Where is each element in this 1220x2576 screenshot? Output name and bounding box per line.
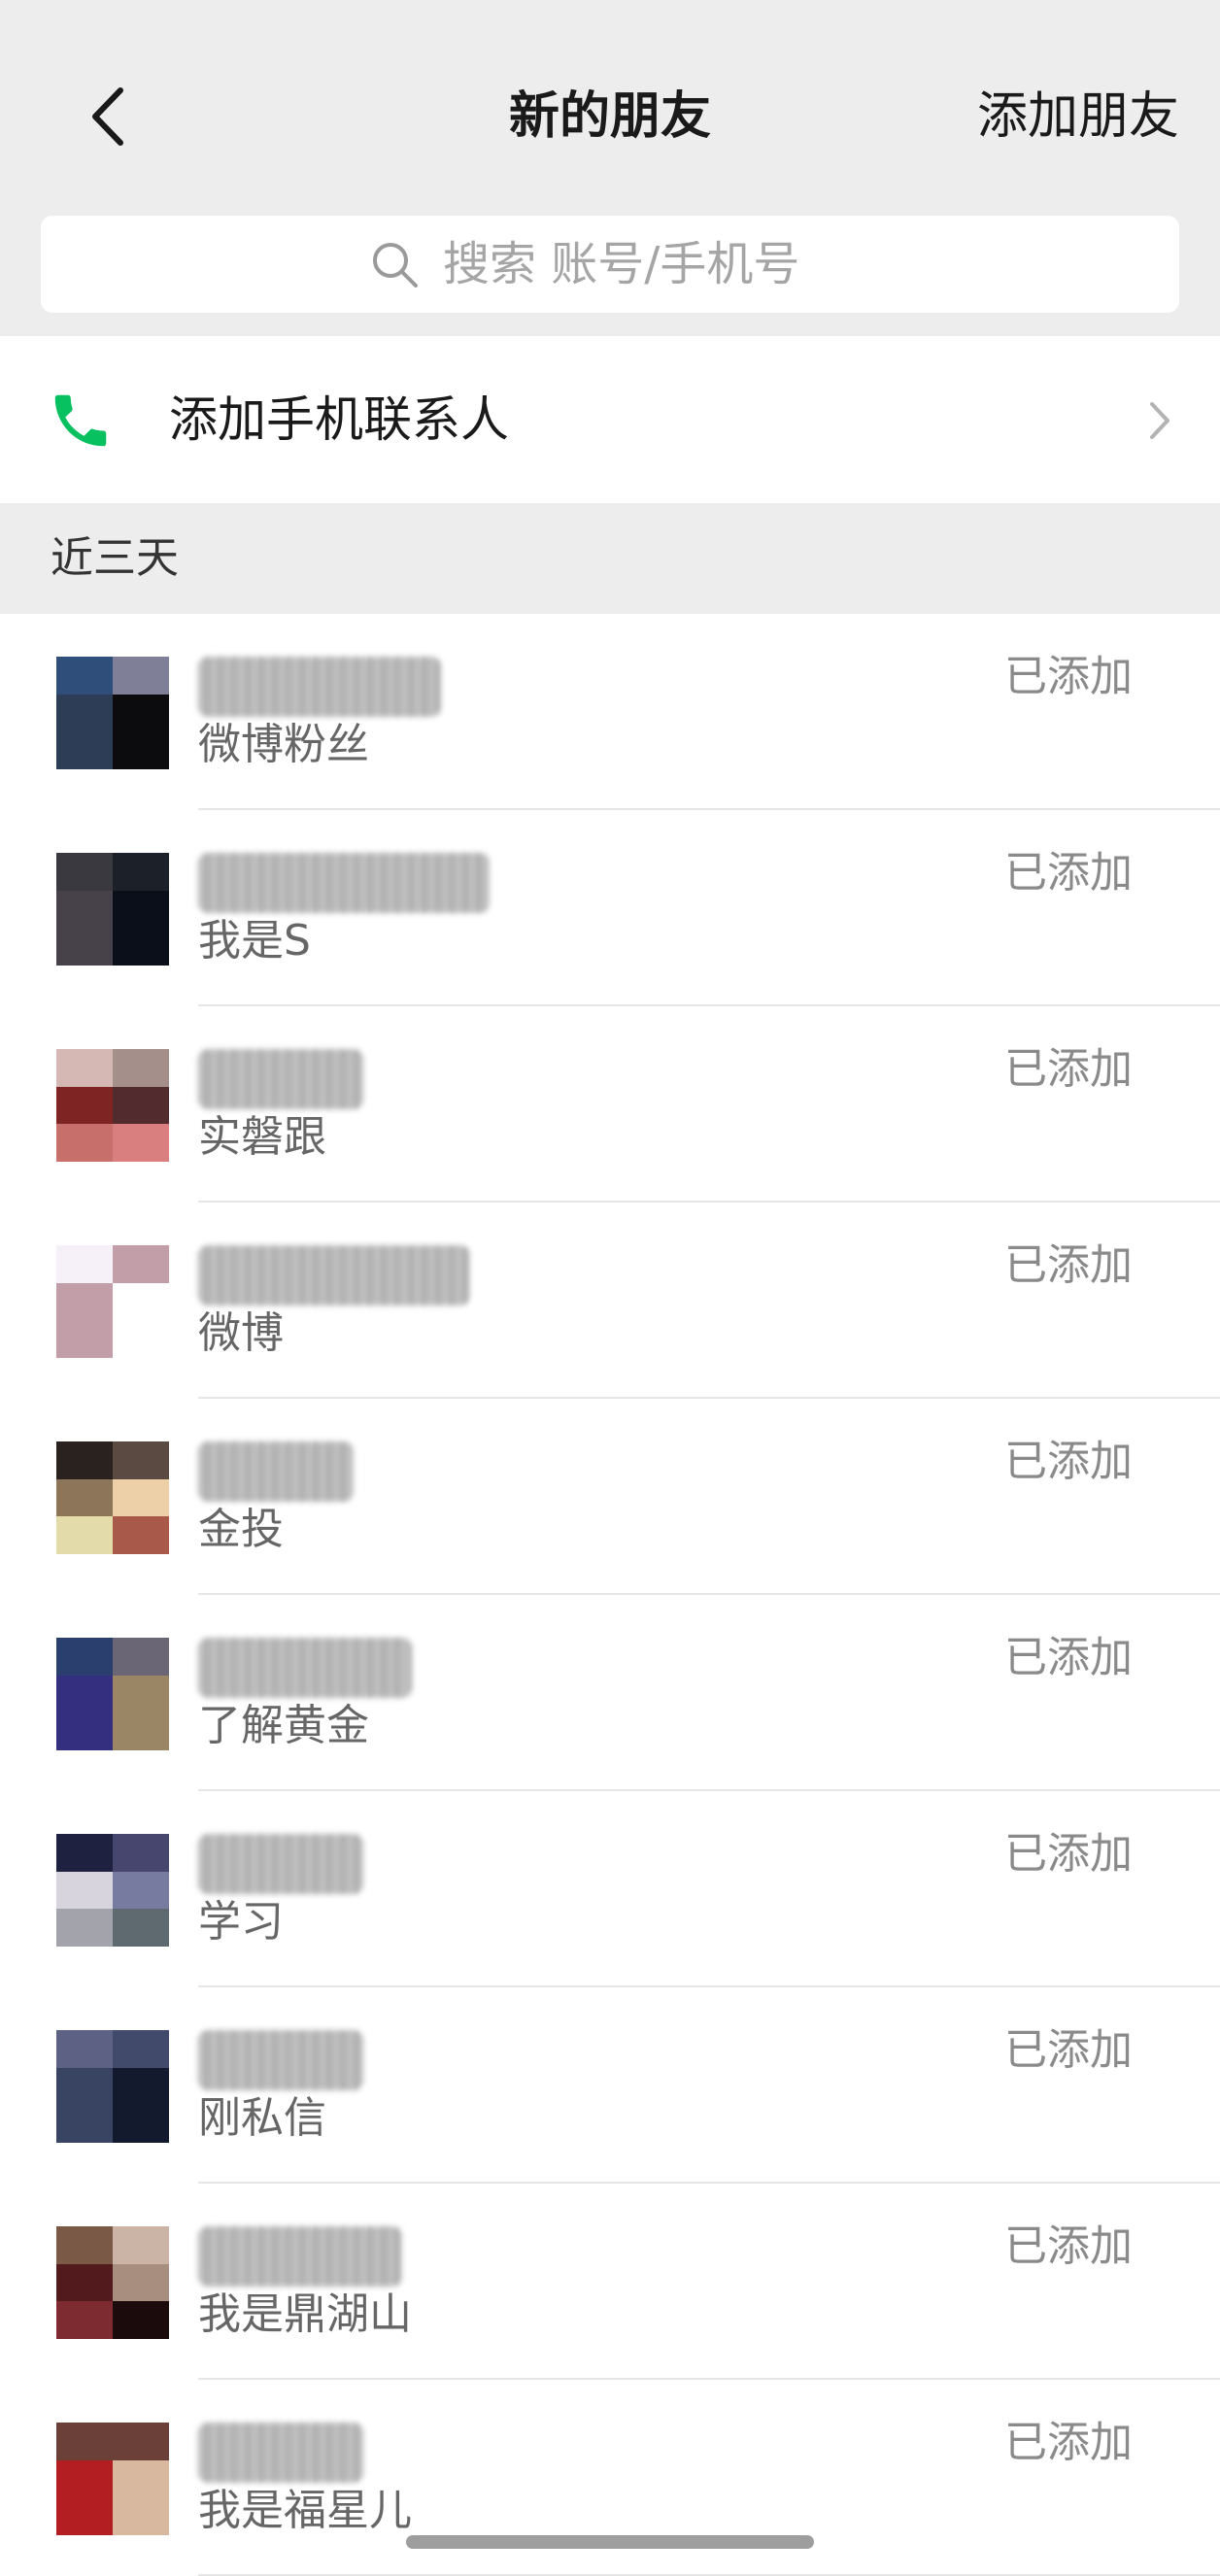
friend-status: 已添加: [1004, 1829, 1133, 1879]
redacted-name: [198, 1638, 412, 1698]
chevron-left-icon: [92, 87, 123, 146]
home-indicator[interactable]: [406, 2535, 814, 2549]
avatar[interactable]: [56, 853, 169, 966]
avatar[interactable]: [56, 2226, 169, 2339]
friend-status: 已添加: [1004, 1633, 1133, 1682]
add-phone-contacts-row[interactable]: 添加手机联系人: [0, 336, 1220, 503]
friend-message: 微博粉丝: [198, 720, 369, 769]
redacted-name: [198, 2423, 363, 2483]
friend-message: 我是鼎湖山: [198, 2289, 412, 2339]
back-button[interactable]: [68, 78, 146, 155]
friend-status: 已添加: [1004, 1437, 1133, 1486]
friend-request-row[interactable]: 刚私信 已添加: [0, 1987, 1220, 2184]
friend-request-row[interactable]: 学习 已添加: [0, 1791, 1220, 1987]
friend-message: 学习: [198, 1897, 284, 1947]
friend-status: 已添加: [1004, 1044, 1133, 1094]
friend-status: 已添加: [1004, 652, 1133, 701]
redacted-name: [198, 853, 490, 913]
new-friends-screen: 新的朋友 添加朋友 添加手机联系人 近三天 微博粉丝已添加我是S已添加实磐跟已添…: [0, 0, 1220, 2576]
friend-request-row[interactable]: 了解黄金 已添加: [0, 1595, 1220, 1791]
redacted-name: [198, 657, 441, 717]
friend-request-row[interactable]: 我是S 已添加: [0, 810, 1220, 1006]
avatar[interactable]: [56, 1245, 169, 1358]
friend-message: 微博: [198, 1308, 284, 1358]
friend-message: 我是福星儿: [198, 2486, 412, 2535]
friend-message: 刚私信: [198, 2093, 326, 2143]
redacted-name: [198, 1049, 363, 1109]
friend-status: 已添加: [1004, 2025, 1133, 2075]
search-icon: [373, 243, 418, 288]
friend-request-row[interactable]: 我是鼎湖山 已添加: [0, 2184, 1220, 2380]
redacted-name: [198, 1245, 470, 1305]
friend-status: 已添加: [1004, 1240, 1133, 1290]
chevron-right-icon: [1150, 402, 1169, 439]
friend-message: 实磐跟: [198, 1112, 326, 1162]
friend-message: 我是S: [198, 916, 311, 966]
redacted-name: [198, 1834, 363, 1894]
friend-status: 已添加: [1004, 2221, 1133, 2271]
avatar[interactable]: [56, 657, 169, 769]
redacted-name: [198, 2030, 363, 2090]
avatar[interactable]: [56, 1441, 169, 1554]
avatar[interactable]: [56, 2030, 169, 2143]
friend-message: 金投: [198, 1505, 284, 1554]
redacted-name: [198, 2226, 402, 2287]
friend-request-row[interactable]: 微博粉丝 已添加: [0, 614, 1220, 810]
search-input[interactable]: [443, 237, 851, 291]
header: 新的朋友 添加朋友: [0, 0, 1220, 336]
friend-status: 已添加: [1004, 2418, 1133, 2467]
add-phone-contacts-label: 添加手机联系人: [169, 391, 509, 448]
avatar[interactable]: [56, 1049, 169, 1162]
section-title: 近三天: [51, 533, 179, 583]
friend-list: 微博粉丝 已添加 我是S 已添加 实磐跟 已添加 微博 已添加 金投 已添加 了解黄金 已添加 学习 已添…: [0, 614, 1220, 2576]
avatar[interactable]: [56, 1638, 169, 1750]
redacted-name: [198, 1441, 354, 1502]
section-header: 近三天: [0, 503, 1220, 614]
avatar[interactable]: [56, 2423, 169, 2535]
friend-request-row[interactable]: 实磐跟 已添加: [0, 1006, 1220, 1203]
friend-message: 了解黄金: [198, 1701, 369, 1750]
avatar[interactable]: [56, 1834, 169, 1947]
search-bar[interactable]: [41, 216, 1179, 313]
friend-request-row[interactable]: 金投 已添加: [0, 1399, 1220, 1595]
nav-bar: 新的朋友 添加朋友: [0, 49, 1220, 185]
add-friend-button[interactable]: 添加朋友: [977, 87, 1179, 146]
friend-request-row[interactable]: 微博 已添加: [0, 1203, 1220, 1399]
phone-icon: [54, 394, 107, 447]
friend-status: 已添加: [1004, 848, 1133, 898]
